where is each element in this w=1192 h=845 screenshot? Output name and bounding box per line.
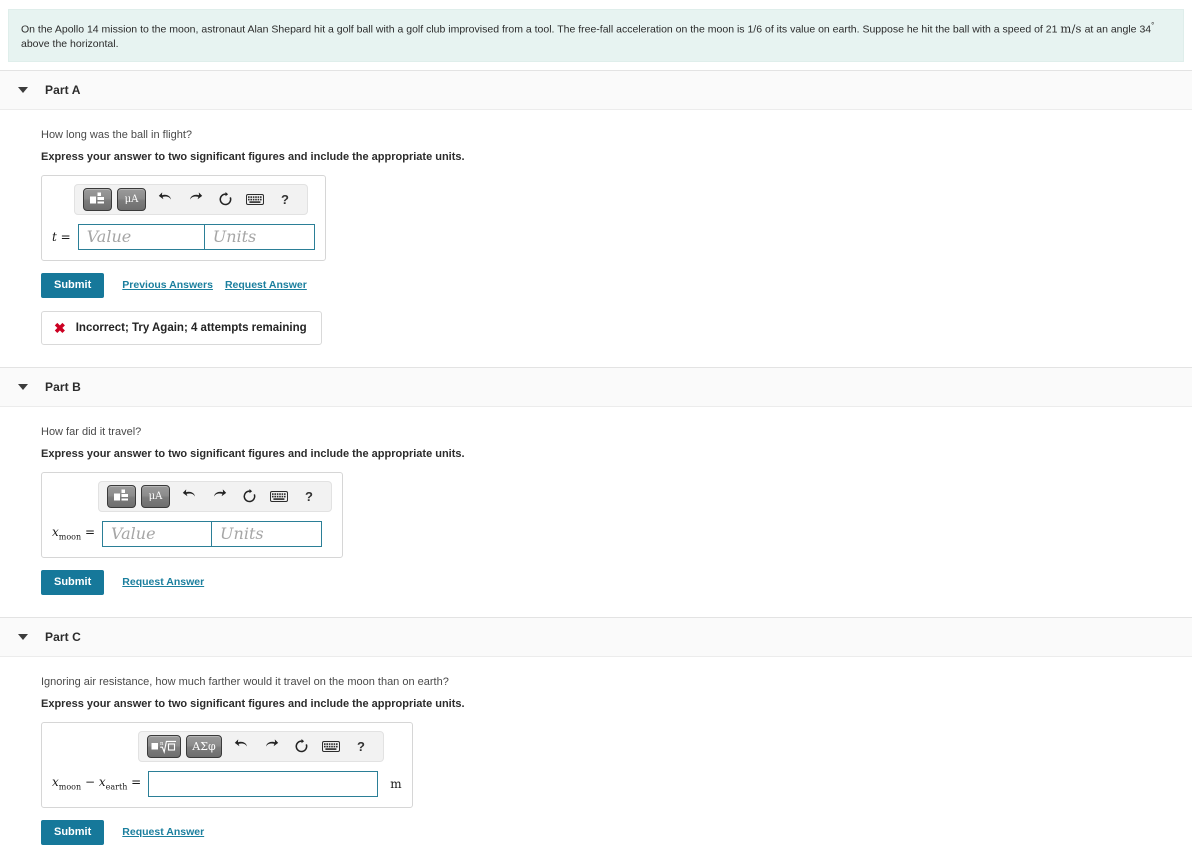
answer-widget-b: μΑ ? xmoon = Value Units [41, 471, 343, 558]
part-title-b: Part B [45, 379, 81, 394]
answer-widget-a: μΑ ? t = Value Units [41, 174, 326, 261]
part-question-c: Ignoring air resistance, how much farthe… [41, 675, 449, 688]
value-input-a[interactable]: Value [77, 223, 205, 250]
keyboard-icon[interactable] [244, 189, 266, 209]
part-title-c: Part C [45, 629, 81, 644]
part-header-b[interactable]: Part B [0, 367, 1192, 407]
submit-row-c: Submit Request Answer [41, 819, 1192, 845]
answer-widget-c: n ΑΣφ ? xmoon − xearth = m [41, 721, 413, 808]
unit-label-c: m [390, 776, 402, 791]
part-instruction-c: Express your answer to two significant f… [41, 697, 465, 710]
exercise-page: On the Apollo 14 mission to the moon, as… [0, 9, 1192, 845]
answer-input-row-c: xmoon − xearth = m [52, 770, 402, 797]
part-body-b: How far did it travel? Express your answ… [0, 407, 1192, 595]
reset-icon[interactable] [290, 736, 312, 756]
part-header-c[interactable]: Part C [0, 617, 1192, 657]
value-placeholder-b: Value [111, 524, 156, 543]
submit-row-a: Submit Previous Answers Request Answer [41, 272, 1192, 298]
units-input-b[interactable]: Units [212, 520, 323, 547]
undo-icon[interactable] [154, 189, 176, 209]
submit-button-b[interactable]: Submit [41, 569, 105, 595]
value-input-c[interactable] [148, 770, 379, 797]
previous-answers-link-a[interactable]: Previous Answers [122, 279, 213, 291]
greek-letters-icon[interactable]: μΑ [117, 187, 146, 211]
value-placeholder-a: Value [86, 227, 132, 246]
help-icon[interactable]: ? [350, 736, 372, 756]
reset-icon[interactable] [214, 189, 236, 209]
redo-icon[interactable] [208, 486, 230, 506]
degree-symbol: ° [1151, 21, 1155, 30]
part-title-a: Part A [45, 82, 81, 97]
undo-icon[interactable] [178, 486, 200, 506]
value-input-b[interactable]: Value [102, 520, 213, 547]
part-body-c: Ignoring air resistance, how much farthe… [0, 657, 1192, 845]
keyboard-icon[interactable] [320, 736, 342, 756]
greek-letters-icon[interactable]: μΑ [141, 484, 170, 508]
request-answer-link-c[interactable]: Request Answer [122, 826, 204, 838]
problem-text-part3: above the horizontal. [21, 37, 119, 50]
math-root-template-icon[interactable]: n [147, 734, 181, 758]
problem-text-part1: On the Apollo 14 mission to the moon, as… [21, 23, 1058, 36]
request-answer-link-a[interactable]: Request Answer [225, 279, 307, 291]
collapse-caret-icon[interactable] [18, 383, 28, 390]
submit-button-a[interactable]: Submit [41, 272, 105, 298]
keyboard-icon[interactable] [268, 486, 290, 506]
part-instruction-a: Express your answer to two significant f… [41, 150, 465, 163]
svg-text:n: n [160, 741, 164, 747]
variable-label-b: xmoon = [52, 525, 96, 542]
submit-button-c[interactable]: Submit [41, 819, 105, 845]
units-input-a[interactable]: Units [204, 223, 315, 250]
math-toolbar-c: n ΑΣφ ? [138, 730, 384, 762]
request-answer-link-b[interactable]: Request Answer [122, 576, 204, 588]
part-question-a: How long was the ball in flight? [41, 128, 193, 141]
feedback-banner-a: ✖ Incorrect; Try Again; 4 attempts remai… [41, 310, 322, 345]
variable-label-a: t = [52, 229, 71, 244]
greek-letters-icon[interactable]: ΑΣφ [186, 734, 222, 758]
part-body-a: How long was the ball in flight? Express… [0, 110, 1192, 345]
units-placeholder-a: Units [212, 227, 257, 246]
redo-icon[interactable] [184, 189, 206, 209]
math-template-icon[interactable] [107, 484, 136, 508]
part-question-b: How far did it travel? [41, 425, 142, 438]
problem-text-part2: at an angle 34 [1084, 23, 1152, 36]
part-instruction-b: Express your answer to two significant f… [41, 447, 465, 460]
redo-icon[interactable] [260, 736, 282, 756]
speed-unit: m/s [1060, 21, 1082, 36]
math-template-icon[interactable] [83, 187, 112, 211]
variable-label-c: xmoon − xearth = [52, 775, 142, 792]
problem-statement: On the Apollo 14 mission to the moon, as… [8, 9, 1184, 62]
answer-input-row-b: xmoon = Value Units [52, 520, 332, 547]
part-header-a[interactable]: Part A [0, 70, 1192, 110]
math-toolbar-b: μΑ ? [98, 480, 332, 512]
reset-icon[interactable] [238, 486, 260, 506]
error-x-icon: ✖ [54, 319, 66, 336]
collapse-caret-icon[interactable] [18, 633, 28, 640]
feedback-text-a: Incorrect; Try Again; 4 attempts remaini… [75, 321, 307, 334]
submit-row-b: Submit Request Answer [41, 569, 1192, 595]
collapse-caret-icon[interactable] [18, 86, 28, 93]
math-toolbar-a: μΑ ? [74, 183, 308, 215]
undo-icon[interactable] [230, 736, 252, 756]
answer-input-row-a: t = Value Units [52, 223, 315, 250]
units-placeholder-b: Units [220, 524, 264, 543]
help-icon[interactable]: ? [274, 189, 296, 209]
help-icon[interactable]: ? [298, 486, 320, 506]
